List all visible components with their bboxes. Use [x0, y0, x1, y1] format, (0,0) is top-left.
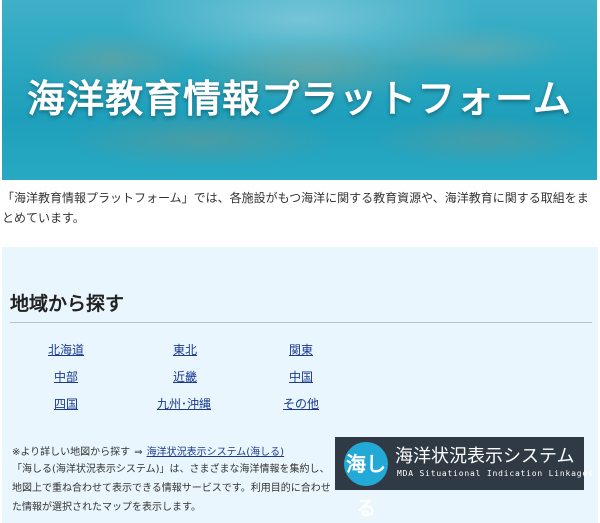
arrow-right-icon: ⇒	[134, 447, 143, 458]
map-note: ※より詳しい地図から探す ⇒ 海洋状況表示システム(海しる)	[12, 443, 284, 458]
region-link-tohoku[interactable]: 東北	[173, 341, 197, 358]
region-link-hokkaido[interactable]: 北海道	[48, 341, 84, 358]
page: 海洋教育情報プラットフォーム 「海洋教育情報プラットフォーム」では、各施設がもつ…	[0, 0, 600, 523]
heading-divider	[10, 322, 592, 323]
intro-text: 「海洋教育情報プラットフォーム」では、各施設がもつ海洋に関する教育資源や、海洋教…	[2, 191, 589, 225]
region-link-chubu[interactable]: 中部	[54, 368, 78, 385]
region-link-chugoku[interactable]: 中国	[289, 368, 313, 385]
region-link-kinki[interactable]: 近畿	[173, 368, 197, 385]
map-note-prefix: ※より詳しい地図から探す	[12, 447, 131, 458]
umishiru-description: 「海しる(海洋状況表示システム)」は、さまざまな海洋情報を集約し、地図上で重ね合…	[12, 464, 331, 513]
umishiru-logo-banner[interactable]: 海しる 海洋状況表示システム MDA Situational Indicatio…	[335, 437, 593, 520]
region-search-panel: 地域から探す 北海道 東北 関東 中部 近畿 中国 四国 九州･沖縄 その他 ※…	[2, 247, 598, 523]
umishiru-logo-icon: 海しる	[344, 442, 388, 520]
region-link-shikoku[interactable]: 四国	[54, 395, 78, 412]
hero-title: 海洋教育情報プラットフォーム	[27, 77, 572, 121]
logo-subtitle-en: MDA Situational Indication Linkages	[397, 469, 594, 478]
region-link-kanto[interactable]: 関東	[289, 341, 313, 358]
hero-banner: 海洋教育情報プラットフォーム	[2, 0, 597, 180]
region-link-other[interactable]: その他	[283, 395, 319, 412]
logo-title-jp: 海洋状況表示システム	[395, 446, 575, 467]
region-heading: 地域から探す	[10, 293, 125, 315]
region-link-kyushu-okinawa[interactable]: 九州･沖縄	[157, 395, 211, 412]
umishiru-link[interactable]: 海洋状況表示システム(海しる)	[147, 447, 285, 458]
